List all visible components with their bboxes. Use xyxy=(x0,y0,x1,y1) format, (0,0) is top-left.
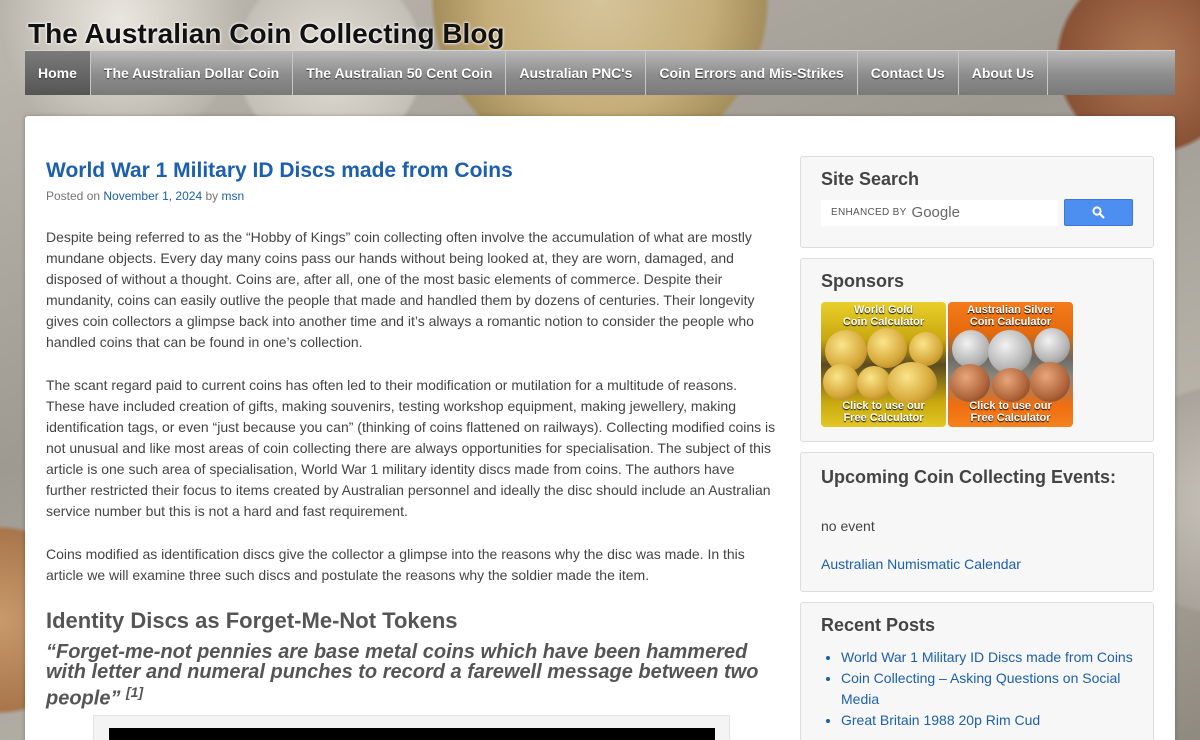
sidebar: Site Search ENHANCED BY Google Sponsors xyxy=(800,156,1154,740)
gold-calculator-banner[interactable]: World Gold Coin Calculator Click to use … xyxy=(821,302,946,427)
post-paragraph: Despite being referred to as the “Hobby … xyxy=(46,229,755,350)
page-container: World War 1 Military ID Discs made from … xyxy=(25,116,1175,740)
recent-posts-widget: Recent Posts World War 1 Military ID Dis… xyxy=(800,602,1154,740)
recent-post-link[interactable]: World War 1 Military ID Discs made from … xyxy=(841,647,1133,668)
gold-coin-image xyxy=(823,364,859,400)
sponsors-widget: Sponsors World Gold Coin Calculator Clic… xyxy=(800,258,1154,442)
sponsor-label: Coin Calculator xyxy=(969,316,1052,328)
site-title[interactable]: The Australian Coin Collecting Blog xyxy=(28,18,505,50)
gold-coin-image xyxy=(857,366,891,400)
embedded-video[interactable] xyxy=(109,727,715,740)
recent-post-link[interactable]: Coin Collecting – Asking Questions on So… xyxy=(841,668,1133,710)
nav-item-home[interactable]: Home xyxy=(25,51,91,95)
embedded-video-frame xyxy=(93,714,730,740)
events-title: Upcoming Coin Collecting Events: xyxy=(821,467,1117,487)
sponsor-label: World Gold xyxy=(853,304,914,316)
quote-text: “Forget-me-not pennies are base metal co… xyxy=(46,641,759,710)
post-paragraph: The scant regard paid to current coins h… xyxy=(46,377,776,519)
nav-item-australian-50-cent-coin[interactable]: The Australian 50 Cent Coin xyxy=(293,51,507,95)
recent-post-link[interactable]: Great Britain 1988 20p Rim Cud xyxy=(841,710,1133,731)
sponsor-cta: Click to use our xyxy=(842,400,925,412)
gold-coin-image xyxy=(867,328,907,368)
google-logo: Google xyxy=(911,204,960,221)
events-widget: Upcoming Coin Collecting Events: no even… xyxy=(800,452,1154,592)
nav-item-coin-errors[interactable]: Coin Errors and Mis-Strikes xyxy=(646,51,858,95)
silver-coin-image xyxy=(952,330,990,368)
gold-coin-image xyxy=(887,362,937,404)
enhanced-by-label: ENHANCED BY xyxy=(831,207,907,218)
post-title[interactable]: World War 1 Military ID Discs made from … xyxy=(46,156,776,186)
footnote-ref[interactable]: [1] xyxy=(126,684,143,700)
silver-coin-image xyxy=(1034,328,1070,364)
recent-posts-title: Recent Posts xyxy=(821,615,936,635)
sponsor-cta: Free Calculator xyxy=(970,412,1051,424)
post-quote: “Forget-me-not pennies are base metal co… xyxy=(46,642,776,709)
sponsor-cta: Free Calculator xyxy=(843,412,924,424)
section-heading: Identity Discs as Forget-Me-Not Tokens xyxy=(46,608,458,633)
no-event-text: no event xyxy=(821,518,875,534)
nav-item-australian-dollar-coin[interactable]: The Australian Dollar Coin xyxy=(91,51,294,95)
search-button[interactable] xyxy=(1064,199,1133,226)
main-navigation: Home The Australian Dollar Coin The Aust… xyxy=(25,50,1175,95)
search-input[interactable]: ENHANCED BY Google xyxy=(821,199,1059,226)
nav-item-contact-us[interactable]: Contact Us xyxy=(858,51,959,95)
posted-on-label: Posted on xyxy=(46,189,101,203)
post-article: World War 1 Military ID Discs made from … xyxy=(46,156,776,740)
recent-posts-list: World War 1 Military ID Discs made from … xyxy=(841,647,1133,731)
by-label: by xyxy=(205,189,219,203)
silver-calculator-banner[interactable]: Australian Silver Coin Calculator Click … xyxy=(948,302,1073,427)
gold-coin-image xyxy=(909,332,943,366)
post-body: Despite being referred to as the “Hobby … xyxy=(46,227,776,740)
post-paragraph: Coins modified as identification discs g… xyxy=(46,546,745,583)
sponsor-cta: Click to use our xyxy=(969,400,1052,412)
sponsors-title: Sponsors xyxy=(821,271,905,291)
post-meta: Posted on November 1, 2024 by msn xyxy=(46,189,776,203)
site-search-widget: Site Search ENHANCED BY Google xyxy=(800,156,1154,248)
numismatic-calendar-link[interactable]: Australian Numismatic Calendar xyxy=(821,556,1133,572)
sponsor-label: Australian Silver xyxy=(967,304,1054,316)
copper-coin-image xyxy=(950,364,990,402)
copper-coin-image xyxy=(992,368,1030,402)
search-icon xyxy=(1092,206,1105,219)
post-date-link[interactable]: November 1, 2024 xyxy=(103,189,202,203)
copper-coin-image xyxy=(1030,362,1070,402)
nav-item-about-us[interactable]: About Us xyxy=(959,51,1048,95)
post-author-link[interactable]: msn xyxy=(222,189,245,203)
sponsor-label: Coin Calculator xyxy=(842,316,925,328)
site-search-title: Site Search xyxy=(821,169,920,189)
nav-item-australian-pncs[interactable]: Australian PNC's xyxy=(506,51,647,95)
